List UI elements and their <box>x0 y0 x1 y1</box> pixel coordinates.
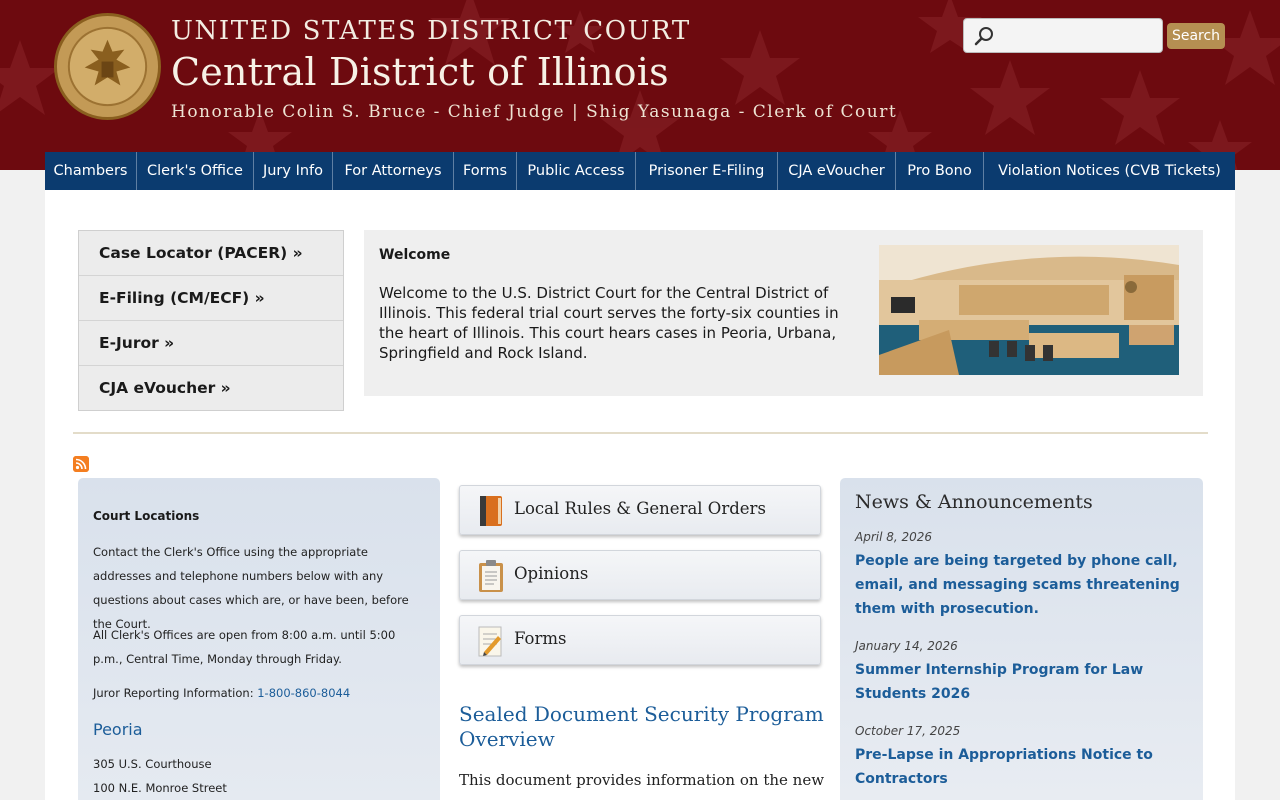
nav-cja-evoucher[interactable]: CJA eVoucher <box>778 152 896 190</box>
clipboard-icon <box>479 560 503 592</box>
quick-links-box: Case Locator (PACER) » E-Filing (CM/ECF)… <box>78 230 344 411</box>
news-announcements-panel: News & Announcements April 8, 2026 Peopl… <box>840 478 1203 800</box>
nav-public-access[interactable]: Public Access <box>517 152 636 190</box>
quick-link-case-locator[interactable]: Case Locator (PACER) » <box>79 231 343 276</box>
search-button[interactable]: Search <box>1167 23 1225 49</box>
nav-pro-bono[interactable]: Pro Bono <box>896 152 984 190</box>
opinions-button[interactable]: Opinions <box>459 550 821 600</box>
book-icon <box>480 496 502 526</box>
main-navigation: Chambers Clerk's Office Jury Info For At… <box>45 152 1235 190</box>
news-heading: News & Announcements <box>855 491 1093 513</box>
site-header: UNITED STATES DISTRICT COURT Central Dis… <box>0 0 1280 170</box>
welcome-heading: Welcome <box>379 247 451 263</box>
nav-prisoner-efiling[interactable]: Prisoner E-Filing <box>636 152 778 190</box>
nav-clerks-office[interactable]: Clerk's Office <box>137 152 254 190</box>
location-city-peoria[interactable]: Peoria <box>93 720 143 739</box>
welcome-box: Welcome Welcome to the U.S. District Cou… <box>364 230 1203 396</box>
news-item-link[interactable]: People are being targeted by phone call,… <box>855 549 1195 621</box>
opinions-label: Opinions <box>514 564 589 583</box>
rss-feed-icon[interactable] <box>73 456 89 472</box>
court-locations-panel: Court Locations Contact the Clerk's Offi… <box>78 478 440 800</box>
search-input[interactable] <box>998 19 1158 50</box>
quick-link-efiling[interactable]: E-Filing (CM/ECF) » <box>79 276 343 321</box>
quick-link-cja-evoucher[interactable]: CJA eVoucher » <box>79 366 343 411</box>
news-item-link[interactable]: Summer Internship Program for Law Studen… <box>855 658 1195 706</box>
juror-reporting-label: Juror Reporting Information: <box>93 686 258 700</box>
section-divider <box>73 432 1208 434</box>
court-district-title[interactable]: Central District of Illinois <box>171 50 669 94</box>
news-date: October 17, 2025 <box>855 724 961 738</box>
sealed-document-text: This document provides information on th… <box>459 771 825 789</box>
forms-label: Forms <box>514 629 567 648</box>
nav-violation-notices[interactable]: Violation Notices (CVB Tickets) <box>984 152 1235 190</box>
clerk-office-hours: All Clerk's Offices are open from 8:00 a… <box>93 628 396 666</box>
search-field[interactable] <box>963 18 1163 53</box>
search-icon <box>974 27 993 46</box>
court-officials-subtitle: Honorable Colin S. Bruce - Chief Judge |… <box>171 102 898 122</box>
local-rules-label: Local Rules & General Orders <box>514 499 766 518</box>
news-item-link[interactable]: Pre-Lapse in Appropriations Notice to Co… <box>855 743 1195 791</box>
court-name-top: UNITED STATES DISTRICT COURT <box>171 16 691 46</box>
welcome-text: Welcome to the U.S. District Court for t… <box>379 284 839 362</box>
news-date: April 8, 2026 <box>855 530 933 544</box>
forms-button[interactable]: Forms <box>459 615 821 665</box>
address-line-1: 305 U.S. Courthouse <box>93 757 212 771</box>
nav-jury-info[interactable]: Jury Info <box>254 152 333 190</box>
notepad-icon <box>478 626 502 657</box>
nav-for-attorneys[interactable]: For Attorneys <box>333 152 454 190</box>
local-rules-button[interactable]: Local Rules & General Orders <box>459 485 821 535</box>
nav-forms[interactable]: Forms <box>454 152 517 190</box>
court-seal-logo[interactable] <box>53 12 162 121</box>
news-date: January 14, 2026 <box>855 639 958 653</box>
court-locations-intro: Contact the Clerk's Office using the app… <box>93 545 409 631</box>
courtroom-photo <box>879 245 1179 375</box>
juror-reporting-info: Juror Reporting Information: 1-800-860-8… <box>93 681 428 705</box>
nav-chambers[interactable]: Chambers <box>45 152 137 190</box>
quick-link-ejuror[interactable]: E-Juror » <box>79 321 343 366</box>
sealed-document-heading[interactable]: Sealed Document Security Program Overvie… <box>459 702 829 752</box>
court-locations-heading: Court Locations <box>93 509 200 523</box>
juror-phone-link[interactable]: 1-800-860-8044 <box>257 686 350 700</box>
address-line-2: 100 N.E. Monroe Street <box>93 781 227 795</box>
